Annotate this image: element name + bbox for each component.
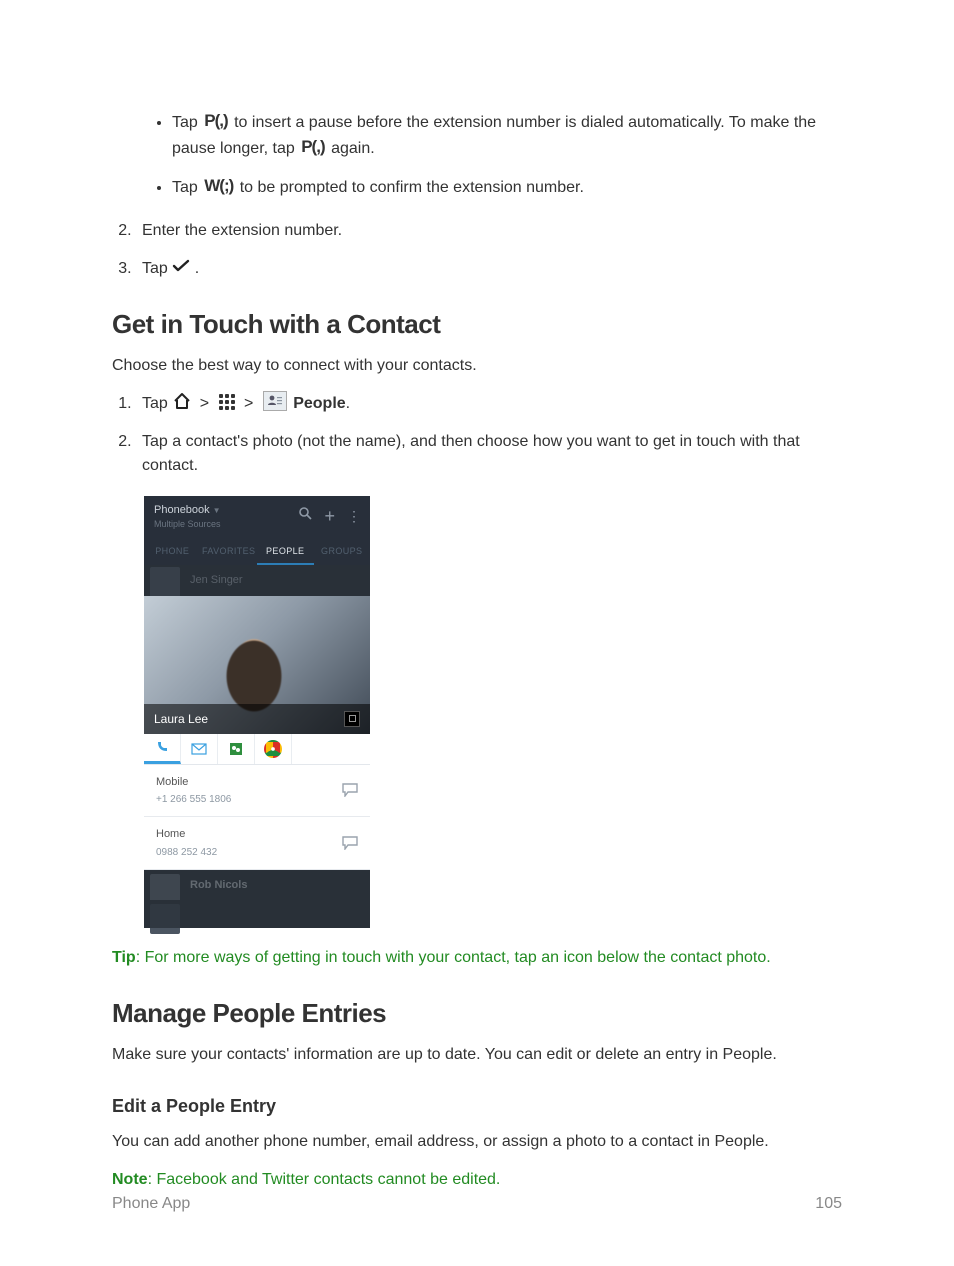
number-label: Home xyxy=(156,826,217,843)
pause-key-icon: P(,) xyxy=(299,134,326,160)
text: again. xyxy=(331,139,375,156)
number-row-home[interactable]: Home 0988 252 432 xyxy=(144,817,370,870)
contact-name: Jen Singer xyxy=(190,574,243,586)
apps-grid-icon xyxy=(219,394,235,410)
tab-phone[interactable]: PHONE xyxy=(144,540,201,566)
intro-manage-people: Make sure your contacts' information are… xyxy=(112,1043,842,1067)
text: Tap xyxy=(172,114,202,131)
step-tap-photo: Tap a contact's photo (not the name), an… xyxy=(136,430,842,478)
chrome-icon[interactable] xyxy=(255,734,292,764)
tab-favorites[interactable]: FAVORITES xyxy=(201,540,258,566)
network-badge-icon xyxy=(344,711,360,727)
dimmed-contact-row: Rob Nicols xyxy=(144,870,370,901)
footer-page-number: 105 xyxy=(815,1192,842,1216)
page-footer: Phone App 105 xyxy=(112,1192,842,1216)
intro-edit-entry: You can add another phone number, email … xyxy=(112,1130,842,1154)
text: . xyxy=(346,395,350,412)
heading-manage-people: Manage People Entries xyxy=(112,994,842,1033)
message-icon[interactable] xyxy=(342,836,358,850)
note-text: : Facebook and Twitter contacts cannot b… xyxy=(148,1171,501,1188)
phone-tabs: PHONE FAVORITES PEOPLE GROUPS xyxy=(144,540,370,566)
number-label: Mobile xyxy=(156,774,231,791)
pause-key-icon: P(,) xyxy=(202,108,229,134)
bullet-pause: Tap P(,) to insert a pause before the ex… xyxy=(172,110,842,161)
step-open-people: Tap > > People. xyxy=(136,392,842,416)
footer-section: Phone App xyxy=(112,1192,190,1216)
phone-header: Phonebook▼ Multiple Sources + ⋮ xyxy=(144,496,370,540)
wait-key-icon: W(;) xyxy=(202,173,235,199)
action-row xyxy=(144,734,370,765)
email-icon[interactable] xyxy=(181,734,218,764)
heading-get-in-touch: Get in Touch with a Contact xyxy=(112,305,842,344)
phone-screenshot: Phonebook▼ Multiple Sources + ⋮ PHONE FA… xyxy=(144,496,370,929)
dimmed-contact-row xyxy=(144,900,370,928)
avatar xyxy=(150,874,180,904)
contact-card-name: Laura Lee xyxy=(154,710,208,728)
contact-photo[interactable]: Laura Lee xyxy=(144,596,370,734)
tip-paragraph: Tip: For more ways of getting in touch w… xyxy=(112,946,842,970)
contact-card: Laura Lee xyxy=(144,596,370,870)
contact-name: Rob Nicols xyxy=(190,879,247,891)
phonebook-subtitle: Multiple Sources xyxy=(154,518,221,532)
overflow-menu-icon[interactable]: ⋮ xyxy=(347,506,360,527)
text: Tap xyxy=(172,179,202,196)
text: . xyxy=(195,260,199,277)
subheading-edit-entry: Edit a People Entry xyxy=(112,1093,842,1120)
intro-get-in-touch: Choose the best way to connect with your… xyxy=(112,354,842,378)
chevron: > xyxy=(241,395,261,412)
text: Tap xyxy=(142,260,172,277)
check-icon xyxy=(172,259,190,273)
add-contact-icon[interactable]: + xyxy=(324,503,335,530)
text: to be prompted to confirm the extension … xyxy=(240,179,584,196)
number-value: 0988 252 432 xyxy=(156,845,217,860)
note-label: Note xyxy=(112,1171,148,1188)
text: Tap xyxy=(142,395,172,412)
step-tap-check: Tap . xyxy=(136,257,842,281)
text: to insert a pause before the extension n… xyxy=(172,114,816,157)
tab-groups[interactable]: GROUPS xyxy=(314,540,371,566)
number-row-mobile[interactable]: Mobile +1 266 555 1806 xyxy=(144,765,370,818)
tip-label: Tip xyxy=(112,949,136,966)
note-paragraph: Note: Facebook and Twitter contacts cann… xyxy=(112,1168,842,1192)
dimmed-contact-row: Jen Singer xyxy=(144,565,370,596)
tip-text: : For more ways of getting in touch with… xyxy=(136,949,771,966)
search-icon[interactable] xyxy=(298,505,312,528)
bullet-wait: Tap W(;) to be prompted to confirm the e… xyxy=(172,175,842,201)
avatar xyxy=(150,904,180,934)
people-label: People xyxy=(293,395,345,412)
avatar xyxy=(150,567,180,597)
friendster-action-icon[interactable] xyxy=(218,734,255,764)
step-enter-extension: Enter the extension number. xyxy=(136,219,842,243)
people-app-icon xyxy=(263,391,287,411)
message-icon[interactable] xyxy=(342,783,358,797)
home-icon xyxy=(172,392,192,410)
chevron: > xyxy=(197,395,217,412)
call-icon[interactable] xyxy=(144,734,181,764)
number-value: +1 266 555 1806 xyxy=(156,792,231,807)
tab-people[interactable]: PEOPLE xyxy=(257,540,314,566)
phonebook-title: Phonebook▼ xyxy=(154,502,221,519)
